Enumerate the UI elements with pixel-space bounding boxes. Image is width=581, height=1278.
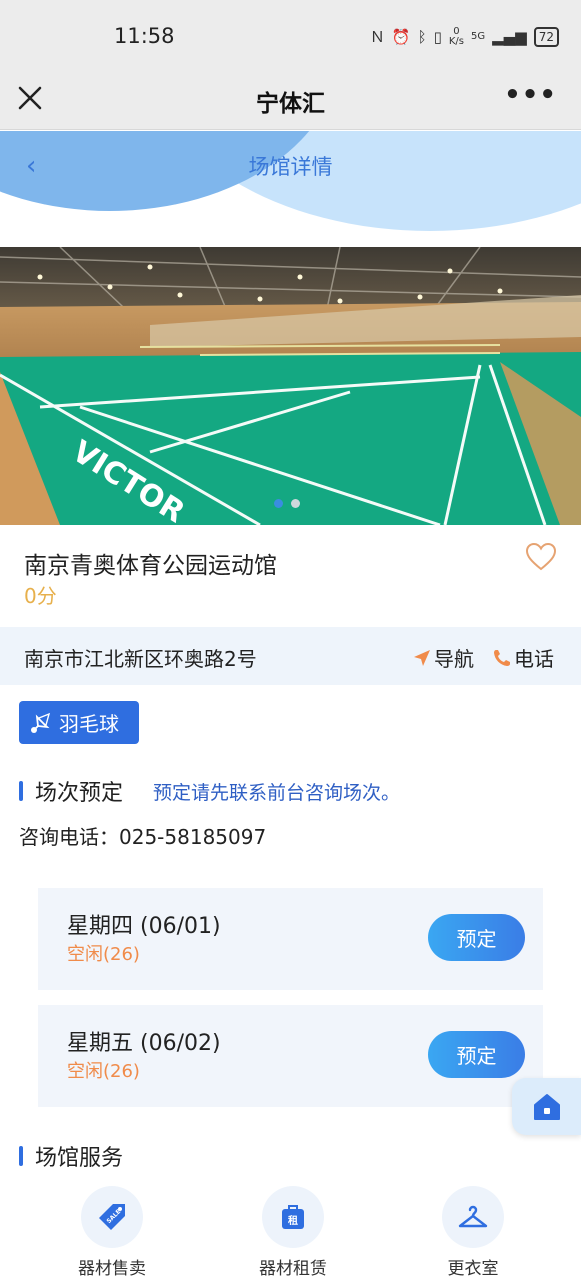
service-locker-room[interactable]: 更衣室 [398,1186,548,1278]
bluetooth-icon: ᛒ [417,27,427,46]
services-section-title: 场馆服务 [35,1146,124,1171]
book-button[interactable]: 预定 [428,1031,525,1078]
app-title: 宁体汇 [256,91,325,117]
phone-button[interactable]: 电话 [492,643,554,672]
book-button[interactable]: 预定 [428,914,525,961]
consult-phone: 咨询电话：025-58185097 [19,825,267,849]
section-accent-bar [19,1146,23,1166]
booking-day-card: 星期四 (06/01) 空闲(26) 预定 [38,888,543,990]
booking-day-card: 星期五 (06/02) 空闲(26) 预定 [38,1005,543,1107]
navigation-label: 导航 [434,647,474,671]
venue-name: 南京青奥体育公园运动馆 [24,553,277,579]
venue-address: 南京市江北新区环奥路2号 [24,647,257,671]
vibrate-icon: ▯ [433,27,442,46]
service-label: 器材售卖 [78,1259,146,1278]
app-bar: 宁体汇 ••• [0,72,581,130]
venue-image-carousel[interactable]: VICTOR [0,247,581,525]
shuttlecock-icon [31,712,51,733]
signal-type: 5G [470,30,486,42]
net-speed: 0 K/s [448,26,464,47]
section-accent-bar [19,781,23,801]
sport-tag-label: 羽毛球 [59,712,119,736]
service-label: 更衣室 [447,1259,499,1278]
booking-section-title: 场次预定 [35,781,124,806]
address-bar: 南京市江北新区环奥路2号 导航 电话 [0,627,581,685]
more-menu-button[interactable]: ••• [504,80,557,110]
services-section-header: 场馆服务 [19,1140,123,1172]
favorite-heart-icon[interactable] [525,542,557,572]
service-label: 器材租赁 [259,1259,327,1278]
phone-icon [494,649,510,666]
day-label: 星期五 (06/02) [67,1031,221,1056]
signal-icon: ▂▄▆ [492,27,527,46]
nfc-icon: Ｎ [369,28,385,46]
booking-note: 预定请先联系前台咨询场次。 [153,781,401,804]
home-icon [533,1093,560,1120]
floating-home-button[interactable] [512,1078,581,1135]
navigation-button[interactable]: 导航 [412,643,474,672]
page-header: ‹ 场馆详情 [0,131,581,247]
status-icons: Ｎ ⏰ ᛒ ▯ 0 K/s 5G ▂▄▆ 72 [370,26,559,47]
navigation-arrow-icon [414,649,430,666]
battery-indicator: 72 [533,26,559,47]
day-availability: 空闲(26) [67,1061,140,1082]
status-time: 11:58 [114,24,175,48]
venue-photo: VICTOR [0,247,581,525]
day-label: 星期四 (06/01) [67,914,221,939]
hanger-icon [442,1186,504,1248]
status-bar: 11:58 Ｎ ⏰ ᛒ ▯ 0 K/s 5G ▂▄▆ 72 [0,0,581,72]
sport-tag-badminton[interactable]: 羽毛球 [19,701,139,744]
carousel-dot[interactable] [274,499,283,508]
page-title: 场馆详情 [248,155,333,179]
svg-text:租: 租 [288,1214,298,1227]
alarm-icon: ⏰ [391,27,411,46]
phone-label: 电话 [514,647,554,671]
rent-bag-icon: 租 [262,1186,324,1248]
carousel-indicator [274,499,300,508]
venue-score: 0分 [24,584,57,608]
sale-tag-icon: SALE [81,1186,143,1248]
service-equipment-rental[interactable]: 租 器材租赁 [218,1186,368,1278]
booking-section-header: 场次预定 预定请先联系前台咨询场次。 [19,775,400,807]
carousel-dot[interactable] [291,499,300,508]
net-speed-unit: K/s [448,35,464,47]
service-equipment-sale[interactable]: SALE 器材售卖 [37,1186,187,1278]
day-availability: 空闲(26) [67,944,140,965]
